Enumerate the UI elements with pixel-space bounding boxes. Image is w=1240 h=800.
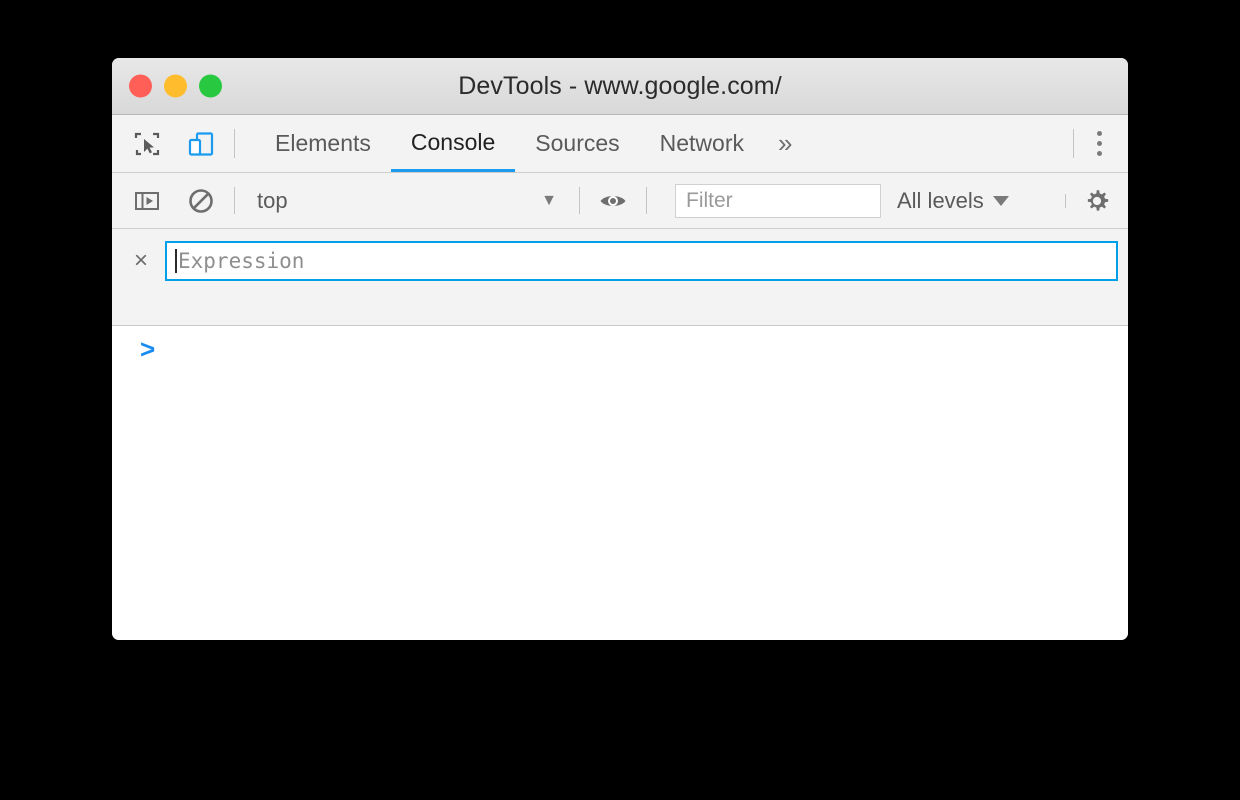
panel-tabs: Elements Console Sources Network » — [255, 115, 806, 172]
live-expression-row: × Expression — [112, 241, 1128, 281]
console-prompt-chevron-icon: > — [140, 334, 156, 364]
device-toolbar-icon — [186, 129, 216, 159]
close-icon: × — [133, 247, 148, 274]
tab-console[interactable]: Console — [390, 115, 516, 172]
window-titlebar: DevTools - www.google.com/ — [112, 58, 1128, 115]
console-sidebar-icon — [133, 187, 161, 215]
console-sidebar-toggle-button[interactable] — [128, 182, 166, 220]
tabbar-right-group — [1063, 115, 1128, 172]
settings-gear-icon — [1082, 186, 1112, 216]
console-toolbar-right — [1053, 182, 1128, 220]
tab-network[interactable]: Network — [640, 115, 764, 172]
console-toolbar: top ▼ Filter All levels — [112, 173, 1128, 229]
traffic-light-group — [129, 74, 222, 98]
console-settings-button[interactable] — [1078, 182, 1116, 220]
window-title: DevTools - www.google.com/ — [458, 71, 782, 100]
more-options-icon-dot2 — [1096, 141, 1102, 146]
devtools-tabbar: Elements Console Sources Network » — [112, 115, 1128, 173]
tabbar-divider — [234, 129, 235, 158]
tab-elements-label: Elements — [275, 130, 371, 156]
more-options-icon-dot3 — [1096, 151, 1102, 156]
text-caret — [175, 249, 177, 273]
console-toolbar-divider-1 — [234, 187, 235, 214]
inspect-element-button[interactable] — [128, 125, 166, 163]
tabbar-right-divider — [1073, 129, 1074, 158]
log-level-label: All levels — [897, 187, 984, 213]
clear-console-button[interactable] — [182, 182, 220, 220]
tab-network-label: Network — [659, 130, 744, 156]
console-output-area[interactable]: > — [112, 326, 1128, 640]
toggle-device-toolbar-button[interactable] — [182, 125, 220, 163]
console-toolbar-divider-2 — [579, 187, 580, 214]
execution-context-value: top — [257, 187, 288, 213]
console-toolbar-divider-3 — [646, 187, 647, 214]
close-window-button[interactable] — [129, 74, 152, 98]
create-live-expression-button[interactable] — [594, 182, 632, 220]
tab-sources-label: Sources — [535, 130, 620, 156]
live-expression-pane: × Expression — [112, 229, 1128, 326]
console-prompt-row[interactable]: > — [112, 336, 1128, 372]
console-filter-input[interactable]: Filter — [675, 183, 881, 218]
tabbar-icon-group — [112, 115, 220, 172]
tab-sources[interactable]: Sources — [515, 115, 639, 172]
chevron-down-icon: ▼ — [541, 191, 557, 209]
remove-live-expression-button[interactable]: × — [126, 246, 156, 276]
console-filter-placeholder: Filter — [686, 188, 733, 212]
inspect-element-icon — [132, 129, 162, 159]
clear-console-icon — [186, 186, 216, 216]
tabs-overflow-button[interactable]: » — [764, 115, 806, 172]
tab-console-label: Console — [410, 128, 496, 155]
execution-context-selector[interactable]: top ▼ — [249, 182, 565, 220]
live-expression-input[interactable]: Expression — [165, 241, 1118, 281]
live-expression-placeholder: Expression — [178, 249, 305, 273]
live-expression-eye-icon — [598, 186, 628, 216]
log-level-selector[interactable]: All levels — [897, 188, 1009, 214]
devtools-window: DevTools - www.google.com/ Elements Cons… — [112, 58, 1128, 640]
chevron-double-right-icon: » — [778, 128, 793, 158]
more-options-icon — [1096, 131, 1102, 136]
chevron-down-icon — [992, 195, 1009, 206]
zoom-window-button[interactable] — [199, 74, 222, 98]
tab-elements[interactable]: Elements — [255, 115, 391, 172]
minimize-window-button[interactable] — [164, 74, 187, 98]
console-toolbar-divider-4 — [1065, 193, 1066, 208]
customize-devtools-button[interactable] — [1084, 125, 1114, 163]
